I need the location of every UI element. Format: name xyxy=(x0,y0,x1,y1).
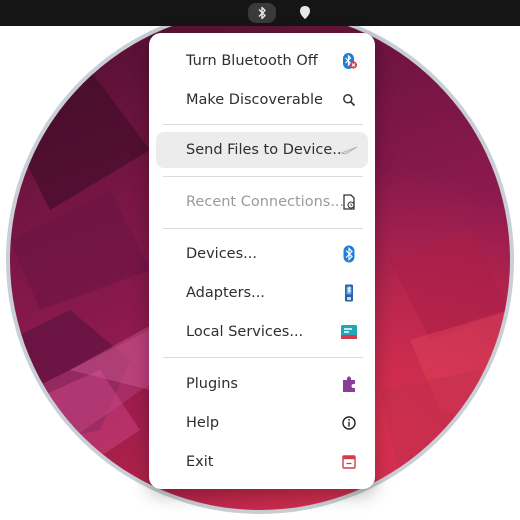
menu-item-help[interactable]: Help xyxy=(156,405,368,441)
tray-bluetooth-icon[interactable] xyxy=(248,3,276,23)
menu-separator xyxy=(163,176,363,177)
menu-item-local-services[interactable]: Local Services... xyxy=(156,314,368,350)
services-icon xyxy=(340,323,358,341)
menu-item-devices[interactable]: Devices... xyxy=(156,236,368,272)
document-clock-icon xyxy=(340,193,358,211)
menu-item-adapters[interactable]: Adapters... xyxy=(156,275,368,311)
exit-icon xyxy=(340,453,358,471)
menu-separator xyxy=(163,124,363,125)
bluetooth-off-icon xyxy=(340,52,358,70)
tray-status-icon[interactable] xyxy=(298,5,312,21)
menu-item-recent-connections: Recent Connections... xyxy=(156,184,368,220)
menu-item-turn-bluetooth-off[interactable]: Turn Bluetooth Off xyxy=(156,43,368,79)
send-icon xyxy=(340,141,358,159)
menu-item-send-files[interactable]: Send Files to Device... xyxy=(156,132,368,168)
screen: Turn Bluetooth Off Make Discoverable Sen… xyxy=(0,0,520,520)
menu-separator xyxy=(163,357,363,358)
top-panel xyxy=(0,0,520,26)
info-icon xyxy=(340,414,358,432)
adapter-icon xyxy=(340,284,358,302)
menu-item-make-discoverable[interactable]: Make Discoverable xyxy=(156,82,368,118)
search-icon xyxy=(340,91,358,109)
bluetooth-tray-menu: Turn Bluetooth Off Make Discoverable Sen… xyxy=(149,33,375,489)
puzzle-icon xyxy=(340,375,358,393)
menu-separator xyxy=(163,228,363,229)
menu-item-plugins[interactable]: Plugins xyxy=(156,366,368,402)
menu-item-exit[interactable]: Exit xyxy=(156,444,368,480)
bluetooth-icon xyxy=(340,245,358,263)
